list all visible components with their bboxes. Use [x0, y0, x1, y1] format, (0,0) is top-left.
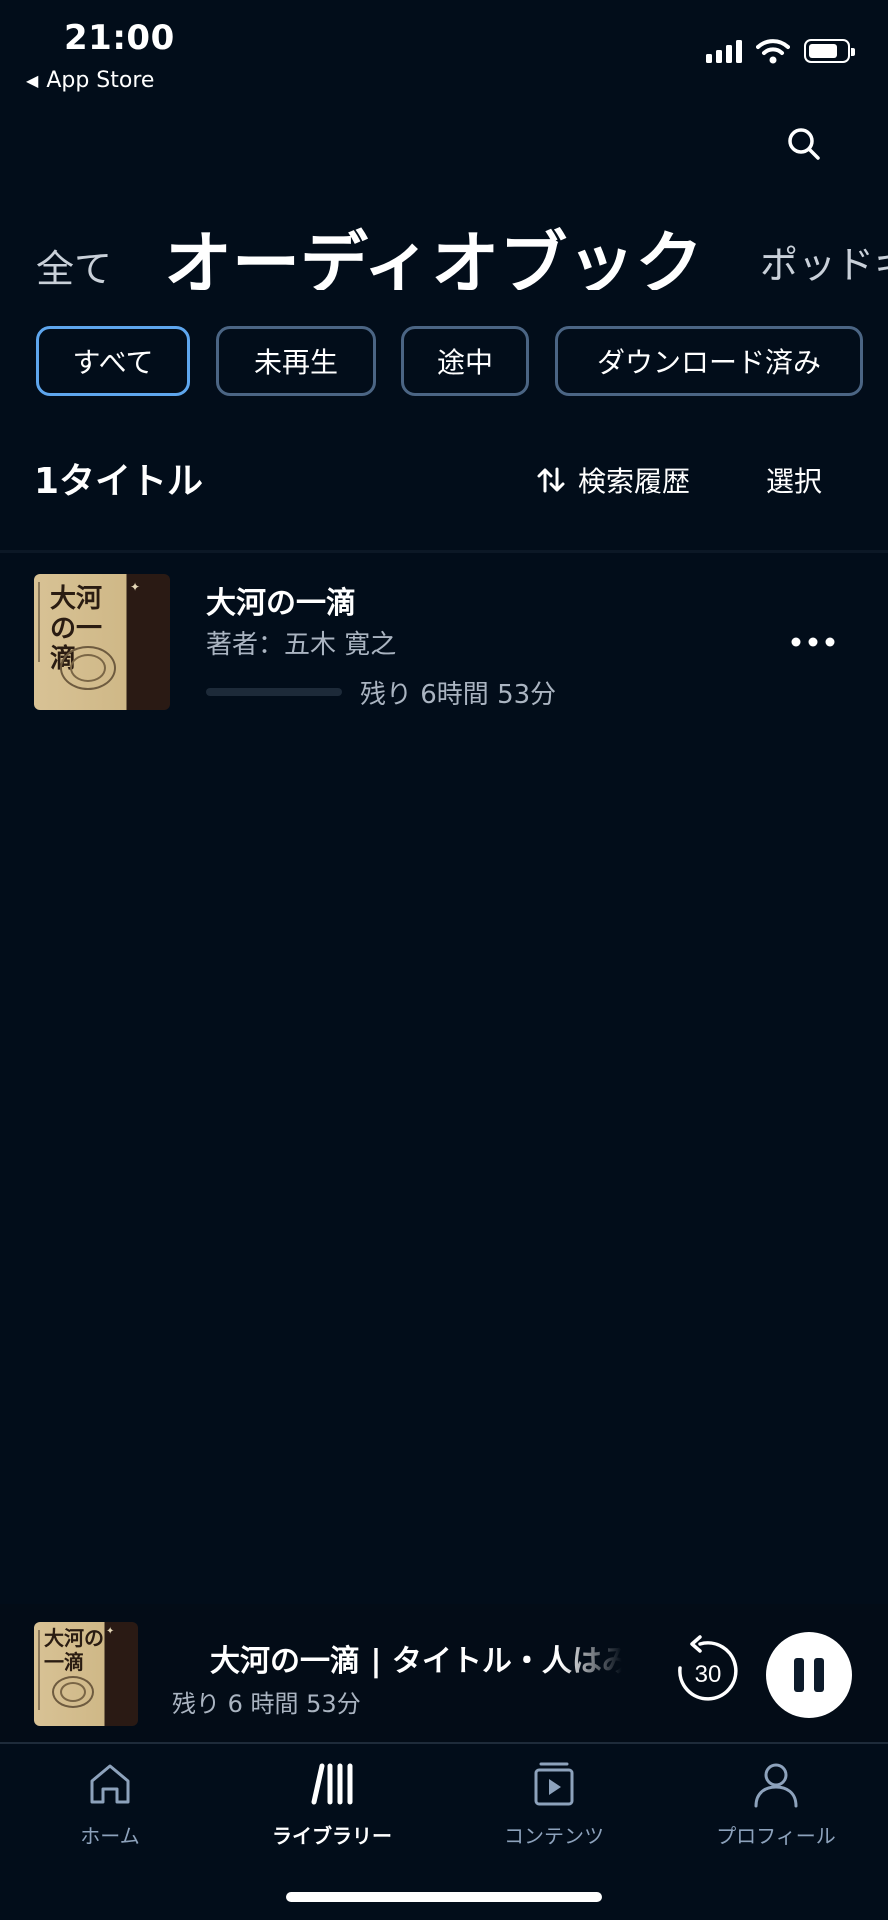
tab-home[interactable]: ホーム — [20, 1758, 200, 1868]
battery-icon — [804, 39, 855, 63]
mini-player-cover: 大河の一滴 ✦ — [34, 1622, 138, 1726]
list-header: 1タイトル 検索履歴 選択 — [0, 448, 888, 508]
book-author: 著者：五木 寛之 — [206, 630, 397, 660]
back-triangle-icon: ◀ — [26, 71, 39, 90]
content-icon — [534, 1762, 574, 1806]
search-icon — [788, 128, 820, 160]
tab-content-label: コンテンツ — [504, 1824, 604, 1848]
profile-icon — [754, 1763, 798, 1808]
filter-chip-downloaded[interactable]: ダウンロード済み — [555, 326, 863, 396]
home-indicator[interactable] — [286, 1892, 602, 1902]
mini-cover-text: 大河の一滴 — [44, 1626, 104, 1674]
pause-bar-left — [794, 1658, 804, 1692]
skip-back-30-icon: 30 — [678, 1635, 738, 1701]
status-bar: 21:00 ◀ App Store — [0, 0, 888, 100]
skip-back-button[interactable]: 30 — [670, 1634, 744, 1708]
tab-content[interactable]: コンテンツ — [464, 1758, 644, 1868]
title-count: 1タイトル — [34, 461, 204, 502]
progress-bar — [206, 688, 342, 696]
sort-button[interactable]: 検索履歴 — [536, 460, 690, 500]
filter-chips: すべて 未再生 途中 ダウンロード済み — [36, 326, 888, 396]
book-title: 大河の一滴 — [206, 586, 356, 621]
library-icon — [311, 1763, 353, 1805]
filter-chip-in-progress[interactable]: 途中 — [401, 326, 529, 396]
filter-chip-all[interactable]: すべて — [36, 326, 190, 396]
list-item[interactable]: 大河の一滴 ✦ 大河の一滴 著者：五木 寛之 残り 6時間 53分 — [0, 574, 888, 714]
tab-library-label: ライブラリー — [272, 1824, 392, 1848]
more-dots-icon — [791, 637, 835, 647]
mini-publisher-mark-icon: ✦ — [106, 1626, 115, 1637]
category-tab-all[interactable]: 全て — [36, 238, 112, 290]
category-tab-audiobooks[interactable]: オーディオブック — [164, 208, 703, 290]
publisher-mark-icon: ✦ — [130, 580, 141, 594]
more-options-button[interactable] — [790, 634, 836, 648]
mini-player-title: 大河の一滴 | タイトル・人はみ — [210, 1644, 622, 1679]
divider — [0, 550, 888, 553]
cellular-signal-icon — [706, 39, 742, 63]
tab-home-label: ホーム — [80, 1824, 140, 1848]
tab-profile[interactable]: プロフィール — [686, 1758, 866, 1868]
pause-button[interactable] — [766, 1632, 852, 1718]
tab-profile-label: プロフィール — [716, 1824, 836, 1848]
back-app-label: App Store — [46, 68, 155, 93]
book-cover: 大河の一滴 ✦ — [34, 574, 170, 710]
back-to-app-store[interactable]: ◀ App Store — [26, 68, 154, 93]
skip-seconds: 30 — [695, 1661, 722, 1688]
tab-library[interactable]: ライブラリー — [242, 1758, 422, 1868]
pause-bar-right — [814, 1658, 824, 1692]
filter-chip-unplayed[interactable]: 未再生 — [216, 326, 376, 396]
remaining-time: 残り 6時間 53分 — [360, 680, 557, 710]
category-tab-podcasts[interactable]: ポッドキ — [760, 234, 888, 289]
category-tabs: 全て オーディオブック ポッドキ — [0, 200, 888, 290]
search-button[interactable] — [784, 124, 824, 164]
status-icons — [706, 38, 855, 64]
wifi-icon — [756, 39, 790, 64]
home-icon — [90, 1764, 130, 1804]
sort-arrows-icon — [537, 467, 565, 493]
status-time: 21:00 — [64, 18, 175, 58]
sort-label: 検索履歴 — [578, 465, 691, 498]
mini-player[interactable]: 大河の一滴 ✦ 大河の一滴 | タイトル・人はみ 残り 6 時間 53分 30 — [0, 1604, 888, 1742]
mini-player-remaining: 残り 6 時間 53分 — [172, 1690, 361, 1718]
select-button[interactable]: 選択 — [766, 460, 822, 500]
